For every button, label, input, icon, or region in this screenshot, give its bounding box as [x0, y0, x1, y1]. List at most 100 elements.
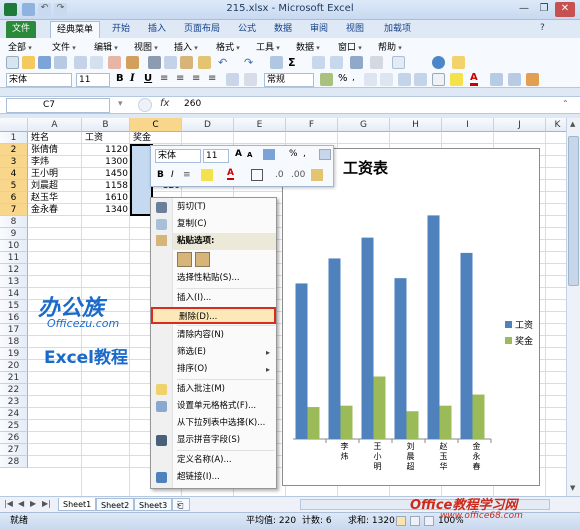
tab-page-layout[interactable]: 页面布局 — [178, 21, 226, 38]
row-header-1[interactable]: 1 — [0, 132, 28, 144]
name-box-dropdown-icon[interactable]: ▾ — [118, 99, 123, 109]
table-style-icon[interactable] — [508, 73, 521, 86]
prev-sheet-icon[interactable]: ◀ — [18, 499, 24, 508]
row-header-12[interactable]: 12 — [0, 264, 28, 276]
permission-icon[interactable] — [54, 56, 67, 69]
tab-file[interactable]: 文件 — [6, 21, 37, 38]
cell-c1[interactable]: 奖金 — [133, 132, 181, 144]
page-layout-view-icon[interactable] — [410, 516, 420, 526]
italic-icon[interactable]: I — [130, 73, 135, 84]
menu-item-5[interactable]: 删除(D)... — [151, 307, 276, 324]
tab-classic-menu[interactable]: 经典菜单 — [50, 21, 101, 38]
row-header-15[interactable]: 15 — [0, 300, 28, 312]
mini-italic-icon[interactable]: I — [171, 170, 174, 180]
col-header-f[interactable]: F — [286, 118, 338, 132]
col-header-d[interactable]: D — [182, 118, 234, 132]
conditional-format-icon[interactable] — [490, 73, 503, 86]
cell-a5[interactable]: 刘晨超 — [31, 180, 81, 192]
row-header-24[interactable]: 24 — [0, 408, 28, 420]
menu-item-11[interactable]: 从下拉列表中选择(K)... — [151, 415, 276, 432]
menu-help[interactable]: 帮助 — [378, 40, 402, 53]
percent-icon[interactable]: % — [338, 73, 351, 86]
help-icon[interactable]: ? — [540, 23, 545, 33]
menu-window[interactable]: 窗口 — [338, 40, 362, 53]
mini-font-color-icon[interactable]: A — [227, 168, 234, 180]
cell-b4[interactable]: 1450 — [82, 168, 130, 180]
autosum-icon[interactable]: Σ — [288, 56, 301, 69]
function-toggle-icon[interactable] — [138, 98, 152, 112]
cell-a2[interactable]: 张倩倩 — [31, 144, 81, 156]
menu-item-3[interactable]: 选择性粘贴(S)... — [151, 270, 276, 287]
col-header-a[interactable]: A — [28, 118, 82, 132]
row-header-7[interactable]: 7 — [0, 204, 28, 216]
next-sheet-icon[interactable]: ▶ — [30, 499, 36, 508]
sort-icon[interactable] — [312, 56, 325, 69]
align-center-icon[interactable]: ≡ — [176, 73, 189, 86]
shrink-font-icon[interactable]: A — [247, 151, 252, 159]
scroll-up-icon[interactable]: ▲ — [570, 120, 575, 128]
row-header-20[interactable]: 20 — [0, 360, 28, 372]
row-header-16[interactable]: 16 — [0, 312, 28, 324]
tab-addins[interactable]: 加载项 — [378, 21, 417, 38]
help-circle-icon[interactable] — [432, 56, 445, 69]
menu-data[interactable]: 数据 — [296, 40, 320, 53]
chart-wizard-icon[interactable] — [350, 56, 363, 69]
justify-icon[interactable]: ≡ — [208, 73, 221, 86]
menu-item-10[interactable]: 设置单元格格式(F)... — [151, 398, 276, 415]
normal-view-icon[interactable] — [396, 516, 406, 526]
print-icon[interactable] — [74, 56, 87, 69]
name-box[interactable]: C7 — [6, 98, 110, 113]
wrap-text-icon[interactable] — [244, 73, 257, 86]
row-header-26[interactable]: 26 — [0, 432, 28, 444]
mini-size-box[interactable]: 11 — [203, 149, 229, 163]
vertical-scrollbar[interactable]: ▲ ▼ — [566, 118, 580, 496]
sheet-tab-2[interactable]: Sheet2 — [96, 498, 135, 511]
hyperlink-icon[interactable] — [270, 56, 283, 69]
menu-file[interactable]: 文件 — [52, 40, 76, 53]
format-painter-icon[interactable] — [198, 56, 211, 69]
cell-b2[interactable]: 1120 — [82, 144, 130, 156]
outdent-icon[interactable] — [398, 73, 411, 86]
align-left-icon[interactable]: ≡ — [160, 73, 173, 86]
cell-a1[interactable]: 姓名 — [31, 132, 81, 144]
last-sheet-icon[interactable]: ▶| — [42, 499, 51, 508]
bold-icon[interactable]: B — [116, 73, 124, 84]
comma-style-icon[interactable]: , — [303, 149, 306, 159]
row-header-10[interactable]: 10 — [0, 240, 28, 252]
menu-item-6[interactable]: 清除内容(N) — [151, 327, 276, 344]
merge-center-icon[interactable] — [226, 73, 239, 86]
zoom-box[interactable] — [392, 56, 405, 69]
row-header-8[interactable]: 8 — [0, 216, 28, 228]
insert-sheet-icon[interactable]: ⎗ — [172, 498, 190, 511]
scroll-thumb[interactable] — [568, 136, 579, 286]
row-header-14[interactable]: 14 — [0, 288, 28, 300]
tab-home[interactable]: 开始 — [106, 21, 136, 38]
mini-brush-icon[interactable] — [311, 169, 323, 181]
menu-all[interactable]: 全部 — [8, 40, 32, 53]
cell-b6[interactable]: 1610 — [82, 192, 130, 204]
col-header-b[interactable]: B — [82, 118, 130, 132]
print-preview-icon[interactable] — [90, 56, 103, 69]
row-header-11[interactable]: 11 — [0, 252, 28, 264]
row-header-6[interactable]: 6 — [0, 192, 28, 204]
menu-item-8[interactable]: 排序(O) ▸ — [151, 361, 276, 378]
close-icon[interactable]: ✕ — [555, 2, 575, 17]
format-painter-mini-icon[interactable] — [319, 149, 331, 160]
sheet-tab-3[interactable]: Sheet3 — [134, 498, 173, 511]
col-header-i[interactable]: I — [442, 118, 494, 132]
borders-icon[interactable] — [432, 73, 445, 86]
underline-icon[interactable]: U — [144, 73, 152, 84]
mini-bold-icon[interactable]: B — [157, 170, 164, 180]
redo-icon[interactable]: ↷ — [244, 56, 257, 69]
col-header-k[interactable]: K — [546, 118, 566, 132]
menu-item-13[interactable]: 定义名称(A)... — [151, 452, 276, 469]
row-header-23[interactable]: 23 — [0, 396, 28, 408]
sheet-tab-1[interactable]: Sheet1 — [58, 498, 97, 511]
paste-values-icon[interactable] — [195, 252, 210, 267]
row-header-18[interactable]: 18 — [0, 336, 28, 348]
menu-item-9[interactable]: 插入批注(M) — [151, 381, 276, 398]
tab-data[interactable]: 数据 — [268, 21, 298, 38]
indent-icon[interactable] — [414, 73, 427, 86]
menu-item-14[interactable]: 超链接(I)... — [151, 469, 276, 486]
cell-a3[interactable]: 李炜 — [31, 156, 81, 168]
